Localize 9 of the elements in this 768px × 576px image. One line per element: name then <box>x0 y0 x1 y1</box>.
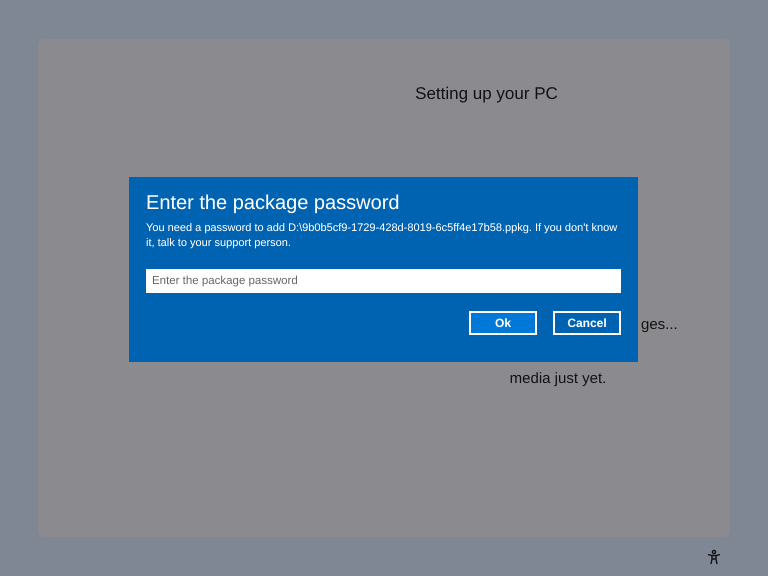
dialog-message: You need a password to add D:\9b0b5cf9-1729-428d-8019-6c5ff4e17b58.ppkg. If you don't know it, talk to your support person. <box>146 221 618 251</box>
status-text: ges... <box>641 315 678 335</box>
cancel-button[interactable]: Cancel <box>553 311 621 335</box>
status-text: media just yet. <box>508 369 608 389</box>
accessibility-icon[interactable] <box>706 549 722 565</box>
password-field[interactable]: Enter the package password <box>146 269 621 293</box>
window-title: Setting up your PC <box>414 83 559 105</box>
ok-button[interactable]: Ok <box>469 311 537 335</box>
dialog-title: Enter the package password <box>146 191 400 215</box>
